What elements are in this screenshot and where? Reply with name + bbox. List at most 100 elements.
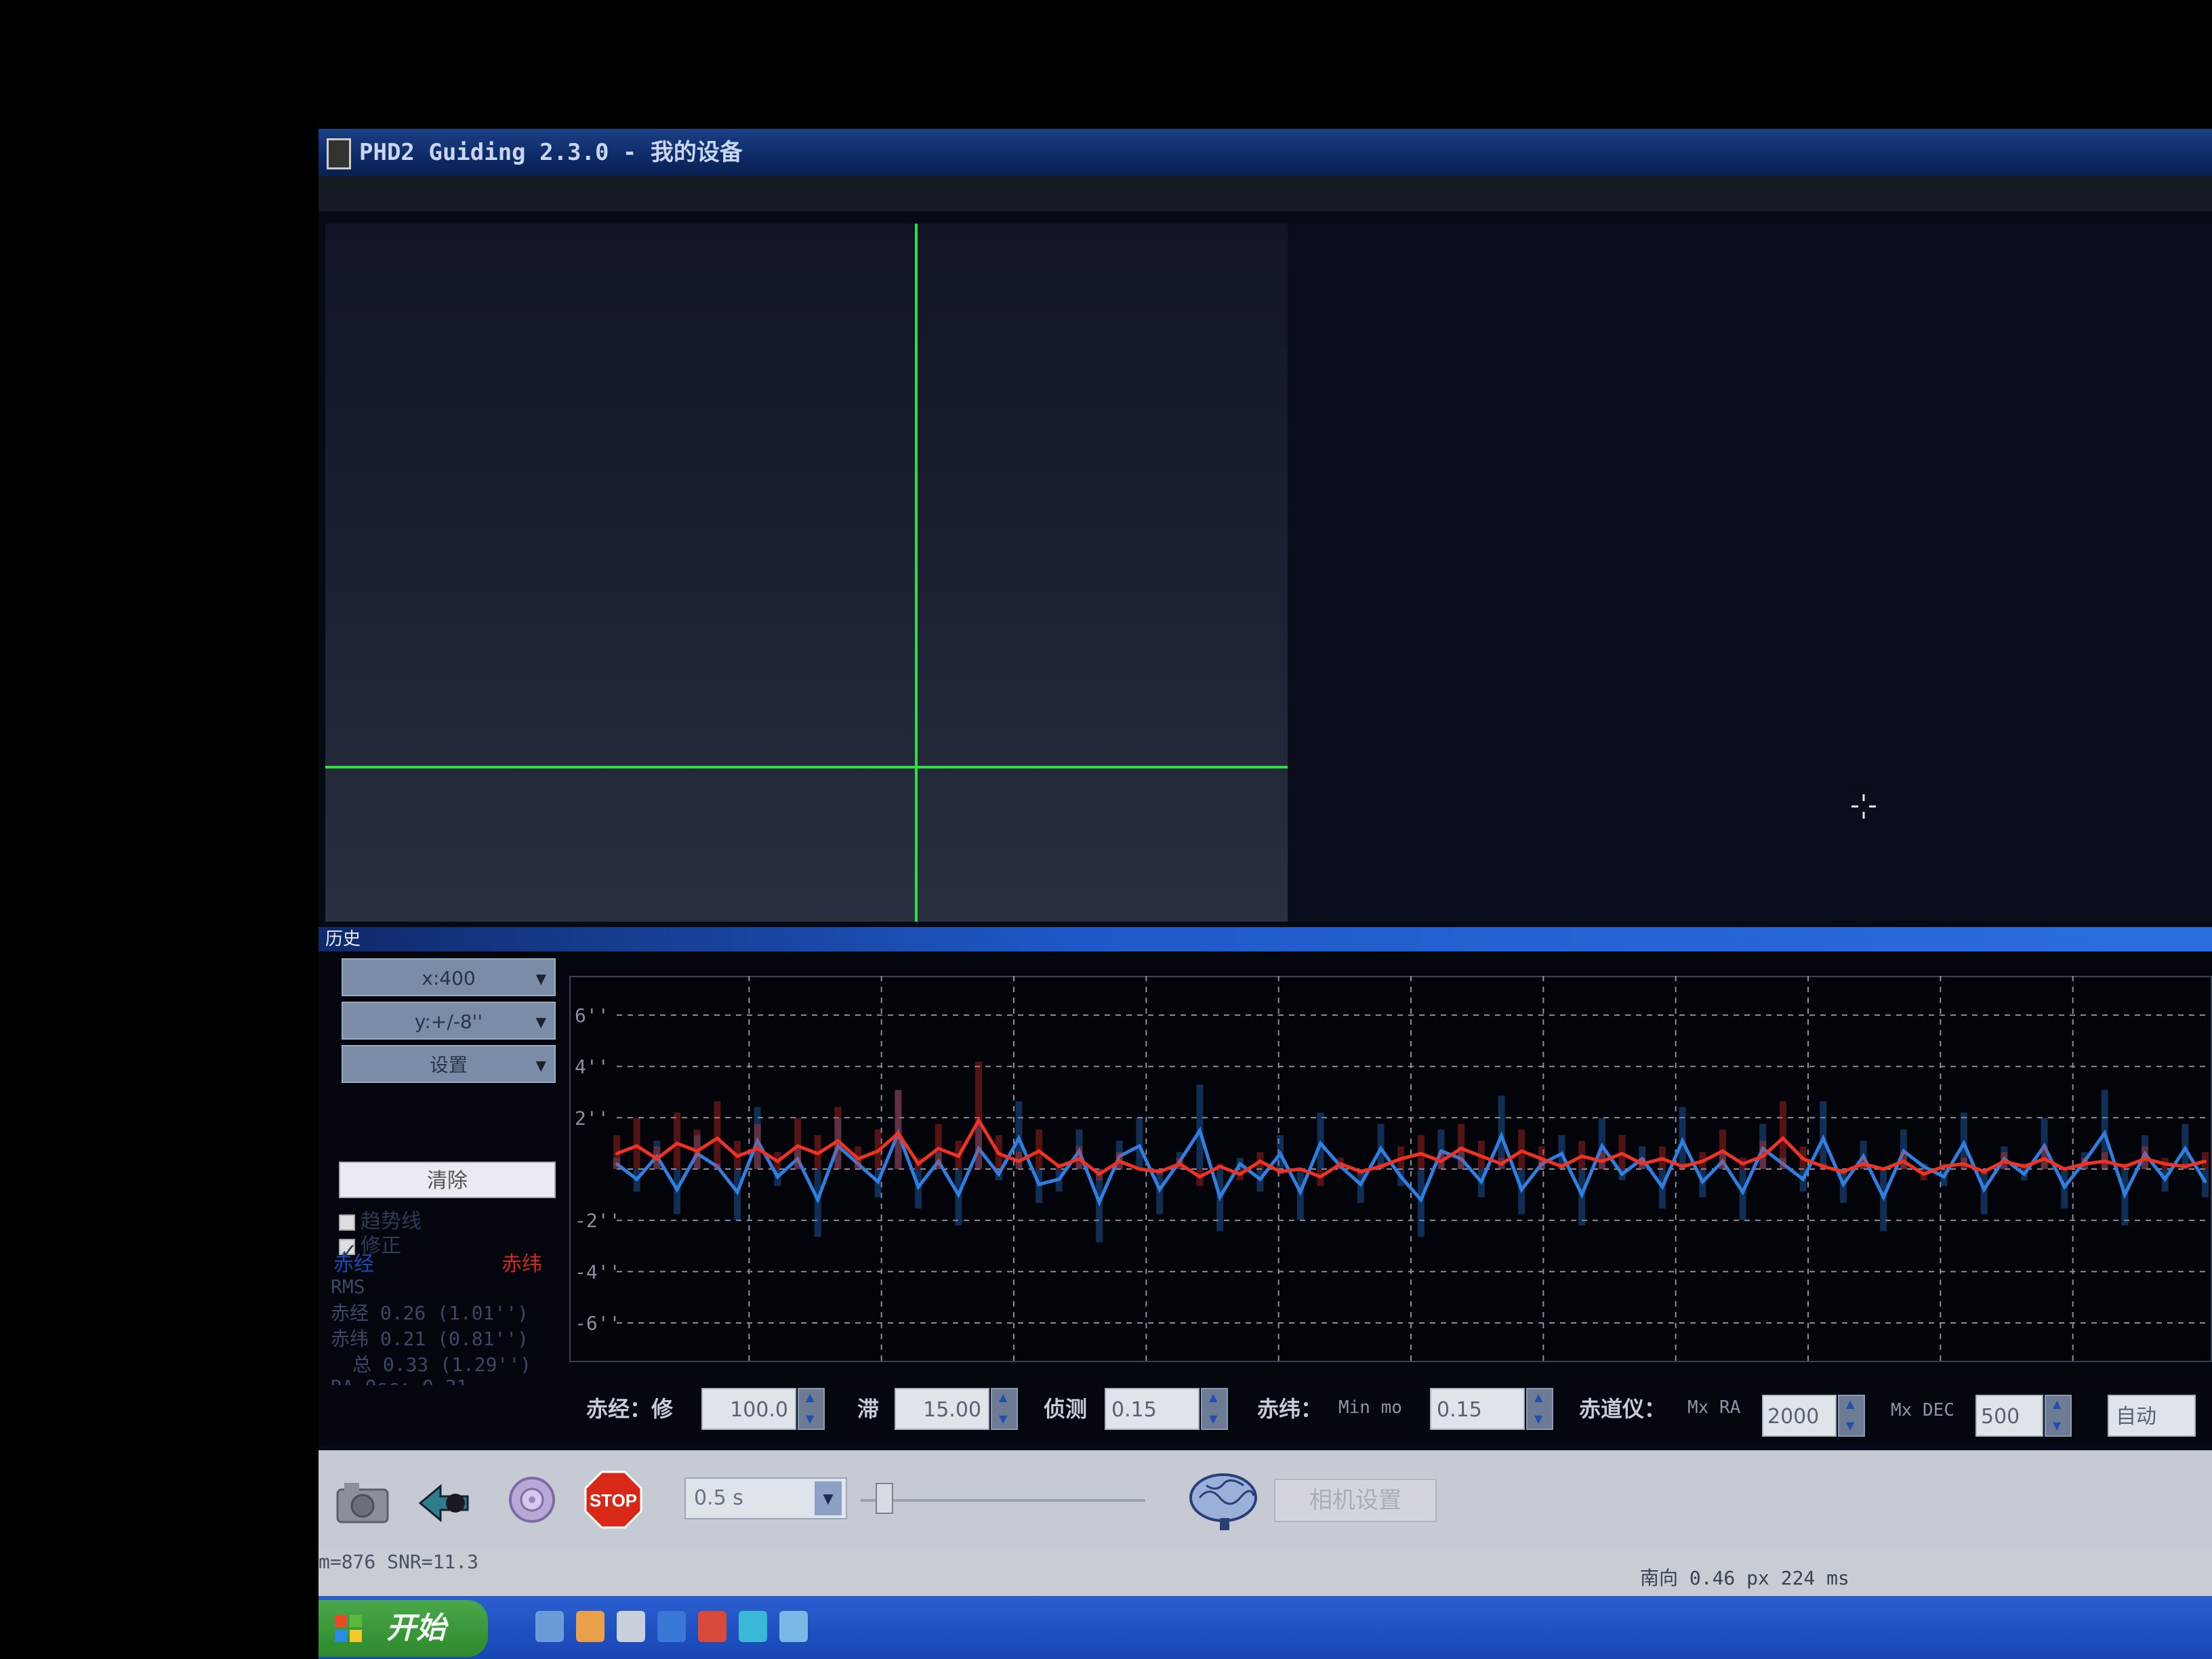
- menu-bar: [319, 176, 2212, 211]
- data-point: [957, 1193, 960, 1196]
- legend-ra: 赤经: [333, 1252, 374, 1276]
- window-title: PHD2 Guiding 2.3.0 - 我的设备: [359, 139, 743, 166]
- windows-flag-icon: [335, 1615, 362, 1642]
- data-point: [1238, 1172, 1242, 1176]
- crosshair-horizontal: [325, 766, 1288, 769]
- data-point: [1862, 1162, 1865, 1166]
- data-point: [2103, 1132, 2106, 1134]
- max-dec-duration-input[interactable]: 500: [1975, 1395, 2043, 1437]
- quicklaunch-app-icon[interactable]: [779, 1611, 808, 1642]
- start-button[interactable]: 开始: [319, 1600, 488, 1657]
- data-point: [997, 1152, 1000, 1155]
- mx-ra-label: Mx RA: [1687, 1397, 1741, 1418]
- spin-arrows-icon[interactable]: [798, 1388, 825, 1430]
- y-tick-label: 6'': [575, 1004, 609, 1027]
- guide-target-icon[interactable]: [501, 1469, 562, 1530]
- dec-guide-mode-dropdown[interactable]: 自动: [2108, 1395, 2196, 1437]
- quicklaunch-app-icon[interactable]: [576, 1611, 605, 1642]
- data-point: [1479, 1155, 1483, 1158]
- brain-icon[interactable]: [1186, 1465, 1261, 1533]
- spin-arrows-icon[interactable]: [1838, 1395, 1865, 1437]
- loop-icon[interactable]: [413, 1469, 474, 1530]
- data-point: [1580, 1193, 1584, 1196]
- data-point: [1419, 1198, 1422, 1202]
- start-label: 开始: [386, 1611, 446, 1645]
- data-point: [1862, 1155, 1865, 1158]
- data-point: [1641, 1162, 1644, 1166]
- spin-arrows-icon[interactable]: [991, 1388, 1018, 1430]
- ra-aggressiveness-input[interactable]: 100.0: [701, 1388, 796, 1430]
- history-panel: x:400 ▼ y:+/-8'' ▼ 设置 ▼ 清除 趋势线 ✓ 修正 赤经 赤纬…: [319, 951, 2212, 1398]
- data-point: [676, 1188, 679, 1191]
- data-point: [2123, 1165, 2127, 1168]
- dec-label: 赤纬：: [1257, 1396, 1323, 1422]
- data-point: [1500, 1134, 1503, 1137]
- data-point: [1540, 1157, 1543, 1160]
- data-point: [1580, 1155, 1584, 1158]
- data-point: [1238, 1162, 1242, 1166]
- data-point: [716, 1136, 719, 1140]
- graph-settings-dropdown[interactable]: 设置 ▼: [342, 1045, 556, 1083]
- data-point: [1138, 1144, 1141, 1147]
- chevron-down-icon: ▼: [535, 1057, 546, 1073]
- detect-input[interactable]: 0.15: [1105, 1388, 1200, 1430]
- data-point: [635, 1144, 638, 1147]
- max-ra-duration-input[interactable]: 2000: [1762, 1395, 1837, 1437]
- camera-settings-button[interactable]: 相机设置: [1274, 1479, 1437, 1522]
- data-point: [1078, 1157, 1081, 1160]
- hysteresis-input[interactable]: 15.00: [895, 1388, 989, 1430]
- data-point: [1158, 1188, 1162, 1191]
- x-scale-dropdown[interactable]: x:400 ▼: [342, 958, 556, 996]
- spin-arrows-icon[interactable]: [1201, 1388, 1228, 1430]
- show-desktop-icon[interactable]: [535, 1611, 564, 1642]
- data-point: [2022, 1165, 2026, 1168]
- internet-explorer-icon[interactable]: [657, 1611, 686, 1642]
- data-point: [1801, 1157, 1805, 1160]
- data-point: [1158, 1170, 1162, 1173]
- dec-min-motion-input[interactable]: 0.15: [1430, 1388, 1525, 1430]
- data-point: [1057, 1178, 1061, 1181]
- data-point: [2163, 1162, 2167, 1166]
- star-image: [325, 224, 1288, 922]
- quicklaunch-app-icon[interactable]: [698, 1611, 726, 1642]
- rms-ra: 赤经 0.26 (1.01''): [331, 1302, 529, 1324]
- data-point: [1620, 1152, 1624, 1155]
- data-point: [1841, 1183, 1845, 1186]
- data-point: [1922, 1165, 1925, 1168]
- guide-graph[interactable]: 6'' 4'' 2'' -2'' -4'' -6'': [569, 976, 2212, 1362]
- clear-button[interactable]: 清除: [339, 1162, 556, 1198]
- data-point: [2063, 1185, 2066, 1189]
- data-point: [676, 1142, 679, 1145]
- graph-settings-label: 设置: [429, 1054, 468, 1076]
- trendline-checkbox[interactable]: 趋势线: [339, 1210, 422, 1233]
- stop-icon[interactable]: STOP: [583, 1469, 644, 1530]
- data-point: [1339, 1162, 1343, 1166]
- data-point: [1460, 1147, 1463, 1150]
- data-point: [1298, 1191, 1302, 1194]
- y-scale-dropdown[interactable]: y:+/-8'' ▼: [342, 1002, 556, 1040]
- data-point: [1761, 1155, 1765, 1158]
- y-tick-label: -6'': [575, 1312, 620, 1334]
- gamma-slider-thumb[interactable]: [876, 1483, 893, 1514]
- spin-arrows-icon[interactable]: [1526, 1388, 1553, 1430]
- data-point: [1942, 1175, 1946, 1179]
- quicklaunch-app-icon[interactable]: [617, 1611, 645, 1642]
- data-point: [1600, 1160, 1603, 1163]
- data-point: [1399, 1175, 1403, 1179]
- data-point: [957, 1155, 960, 1158]
- gamma-slider-track[interactable]: [861, 1499, 1145, 1502]
- data-point: [1279, 1170, 1282, 1173]
- data-point: [635, 1178, 638, 1181]
- data-point: [1620, 1172, 1624, 1176]
- data-point: [1600, 1144, 1603, 1147]
- camera-view[interactable]: [325, 224, 2212, 922]
- data-point: [1319, 1142, 1322, 1145]
- data-point: [1660, 1157, 1664, 1160]
- quicklaunch-app-icon[interactable]: [739, 1611, 767, 1642]
- data-point: [1198, 1175, 1202, 1179]
- exposure-duration-dropdown[interactable]: 0.5 s ▼: [684, 1477, 847, 1519]
- spin-arrows-icon[interactable]: [2045, 1395, 2072, 1437]
- camera-connect-icon[interactable]: [332, 1469, 393, 1530]
- data-point: [1379, 1147, 1382, 1150]
- data-point: [1218, 1165, 1222, 1168]
